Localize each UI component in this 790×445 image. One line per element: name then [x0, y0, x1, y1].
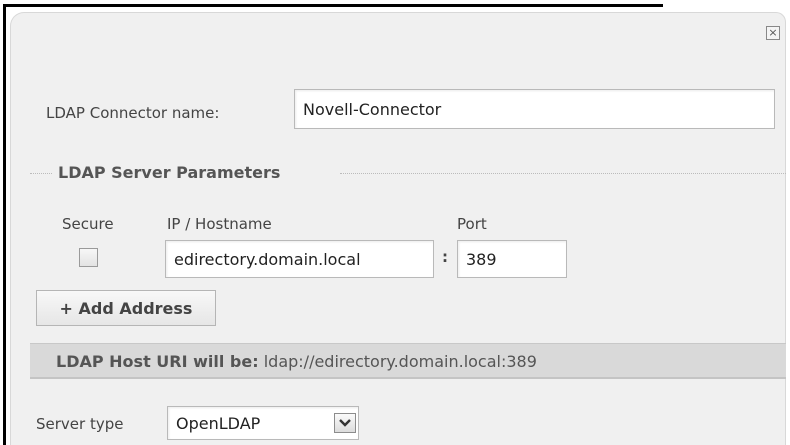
host-uri-value: ldap://edirectory.domain.local:389	[263, 352, 537, 371]
fieldset-border-left	[30, 173, 52, 174]
chevron-down-icon[interactable]	[334, 413, 356, 433]
frame-left-border	[3, 4, 6, 445]
host-uri-line: LDAP Host URI will be: ldap://edirectory…	[56, 352, 537, 371]
port-value: 389	[466, 249, 497, 269]
connector-name-input[interactable]: Novell-Connector	[294, 89, 775, 129]
server-parameters-legend: LDAP Server Parameters	[58, 163, 281, 182]
close-icon[interactable]: ×	[766, 26, 780, 40]
secure-checkbox[interactable]	[79, 248, 98, 267]
host-port-separator: :	[442, 248, 448, 266]
frame-top-border	[3, 4, 663, 7]
secure-column-header: Secure	[62, 215, 114, 233]
hostname-column-header: IP / Hostname	[167, 215, 272, 233]
connector-name-label: LDAP Connector name:	[46, 104, 220, 122]
add-address-button[interactable]: + Add Address	[36, 290, 216, 326]
server-type-select[interactable]: OpenLDAP	[167, 406, 359, 440]
port-input[interactable]: 389	[457, 240, 567, 278]
port-column-header: Port	[457, 215, 487, 233]
host-uri-label: LDAP Host URI will be:	[56, 352, 259, 371]
fieldset-border-right	[340, 173, 786, 174]
hostname-input[interactable]: edirectory.domain.local	[165, 240, 434, 278]
server-type-value: OpenLDAP	[176, 413, 261, 433]
server-type-label: Server type	[36, 415, 124, 433]
hostname-value: edirectory.domain.local	[174, 249, 361, 269]
dialog-panel	[10, 12, 786, 445]
connector-name-value: Novell-Connector	[303, 99, 442, 119]
